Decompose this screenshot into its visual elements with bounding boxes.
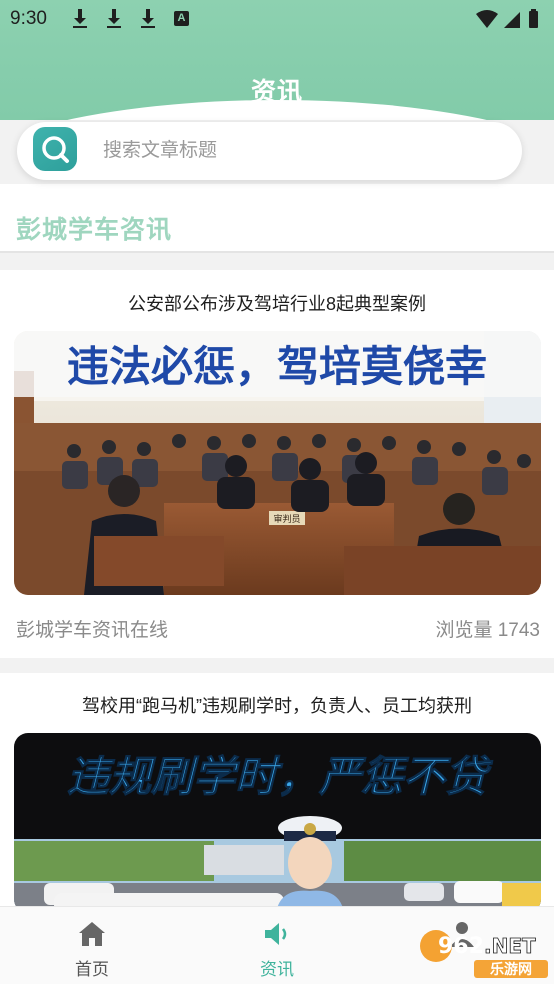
- download-icon: [107, 9, 121, 28]
- watermark-logo: 962 .NET 乐游网: [420, 930, 548, 978]
- article-card[interactable]: 公安部公布涉及驾培行业8起典型案例 审判员 违法必惩，驾培莫侥幸 彭城学车资讯在…: [0, 270, 554, 658]
- article-title: 公安部公布涉及驾培行业8起典型案例: [127, 294, 426, 314]
- banner-text: 违法必惩，驾培莫侥幸: [67, 342, 487, 391]
- police-illustration: 违规刷学时，严惩不贷: [14, 733, 541, 913]
- header: 9:30 A 资讯: [0, 0, 554, 120]
- search-bar[interactable]: [17, 122, 522, 180]
- tab-news-label: 资讯: [260, 960, 294, 979]
- home-icon: [79, 922, 105, 946]
- a-notification-icon: A: [174, 11, 189, 26]
- watermark-brand: 962: [438, 934, 484, 959]
- download-icon: [73, 9, 87, 28]
- search-icon: [42, 136, 69, 163]
- article-source: 彭城学车资讯在线: [16, 620, 169, 641]
- wifi-icon: [476, 10, 498, 28]
- page-title: 资讯: [250, 78, 303, 106]
- article-title: 驾校用“跑马机”违规刷学时，负责人、员工均获刑: [82, 696, 472, 716]
- banner-text: 违规刷学时，严惩不贷: [67, 752, 493, 801]
- signal-icon: [504, 12, 520, 28]
- divider: [0, 251, 554, 253]
- view-count: 浏览量 1743: [435, 620, 540, 641]
- article-image[interactable]: 违规刷学时，严惩不贷: [14, 733, 541, 913]
- search-button[interactable]: [33, 127, 77, 171]
- watermark-net: .NET: [484, 934, 536, 958]
- search-input[interactable]: [103, 136, 503, 166]
- svg-text:审判员: 审判员: [273, 513, 300, 525]
- tab-news[interactable]: 资讯: [217, 907, 337, 984]
- speaker-icon: [265, 923, 287, 945]
- battery-icon: [529, 11, 538, 28]
- watermark-site: 乐游网: [490, 961, 532, 978]
- tab-home[interactable]: 首页: [32, 907, 152, 984]
- system-status-icons: [476, 9, 538, 28]
- download-icon: [141, 9, 155, 28]
- courtroom-illustration: 审判员 违法必惩，驾培莫侥幸: [14, 331, 541, 595]
- status-time: 9:30: [10, 8, 47, 29]
- status-bar: 9:30 A: [0, 0, 554, 38]
- section-title: 彭城学车咨讯: [16, 216, 173, 244]
- article-card[interactable]: 驾校用“跑马机”违规刷学时，负责人、员工均获刑 违规刷学时，严惩不贷: [0, 673, 554, 913]
- tab-home-label: 首页: [75, 960, 109, 979]
- article-image[interactable]: 审判员 违法必惩，驾培莫侥幸: [14, 331, 541, 595]
